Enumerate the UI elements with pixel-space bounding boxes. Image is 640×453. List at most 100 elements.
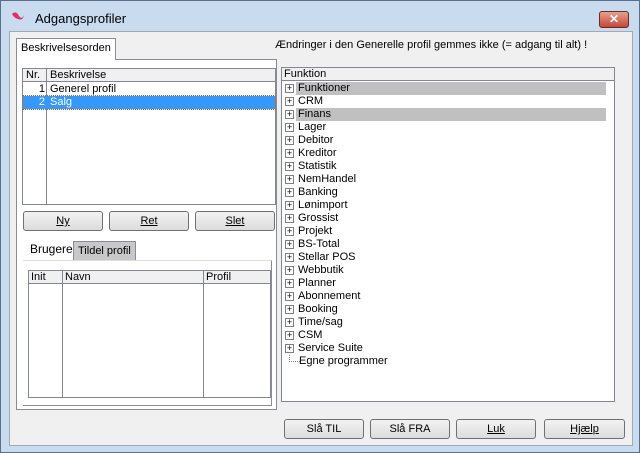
expand-plus-icon[interactable]: + [285, 174, 294, 184]
tab-tildel-profil[interactable]: Tildel profil [73, 241, 136, 260]
tree-item-label: Booking [298, 303, 338, 315]
tree-item-label: Lager [298, 121, 327, 133]
tree-item[interactable]: + Abonnement [285, 290, 362, 303]
tree-item[interactable]: Egne programmer [285, 355, 390, 368]
delete-label: Slet [225, 215, 245, 227]
expand-plus-icon[interactable]: + [285, 83, 294, 93]
profile-nr: 2 [38, 96, 45, 108]
new-label: Ny [56, 215, 70, 227]
profile-row-selected[interactable]: 2 Salg [22, 95, 276, 110]
app-logo-icon [12, 12, 24, 20]
help-label: Hjælp [570, 423, 599, 435]
tree-item-label: NemHandel [298, 173, 357, 185]
tree-item-label: Egne programmer [299, 355, 388, 367]
delete-button[interactable]: Slet [195, 211, 275, 231]
edit-label: Ret [140, 215, 158, 227]
close-button[interactable]: Luk [456, 419, 536, 439]
close-label: Luk [487, 423, 505, 435]
tree-item[interactable]: + Debitor [285, 134, 335, 147]
turn-on-button[interactable]: Slå TIL [284, 419, 364, 439]
tree-item[interactable]: + Grossist [285, 212, 340, 225]
new-button[interactable]: Ny [23, 211, 103, 231]
help-button[interactable]: Hjælp [544, 419, 625, 439]
tree-item-label: Kreditor [298, 147, 337, 159]
tree-item[interactable]: + Stellar POS [285, 251, 357, 264]
expand-plus-icon[interactable]: + [285, 135, 294, 145]
tree-item-label: CRM [298, 95, 324, 107]
expand-plus-icon[interactable]: + [285, 317, 294, 327]
edit-button[interactable]: Ret [109, 211, 189, 231]
users-panel: Init Navn Profil [23, 260, 272, 406]
turn-off-button[interactable]: Slå FRA [370, 419, 450, 439]
window-title: Adgangsprofiler [35, 11, 127, 26]
tree-header[interactable]: Funktion [282, 68, 614, 81]
tree-item-label: BS-Total [298, 238, 340, 250]
tree-item[interactable]: + Time/sag [285, 316, 345, 329]
header-profil[interactable]: Profil [206, 271, 231, 283]
tree-item[interactable]: + Kreditor [285, 147, 339, 160]
tree-item[interactable]: + Projekt [285, 225, 334, 238]
profiles-list[interactable]: Nr. Beskrivelse 1 Generel profil 2 Salg [22, 68, 276, 205]
column-divider [29, 271, 204, 397]
tree-item[interactable]: + Statistik [285, 160, 339, 173]
expand-plus-icon[interactable]: + [285, 343, 294, 353]
expand-plus-icon[interactable]: + [285, 330, 294, 340]
profiles-header: Nr. Beskrivelse [23, 69, 275, 82]
tree-item[interactable]: + Service Suite [285, 342, 365, 355]
users-list[interactable]: Init Navn Profil [28, 270, 271, 398]
client-area: Beskrivelsesorden Ændringer i den Genere… [9, 31, 633, 446]
function-tree[interactable]: Funktion + Funktioner + CRM + Finans + Lager + De… [281, 67, 615, 402]
close-icon[interactable]: ✕ [599, 11, 629, 28]
tree-item-label: Funktioner [296, 82, 606, 95]
tree-item[interactable]: + Lønimport [285, 199, 350, 212]
expand-plus-icon[interactable]: + [285, 161, 294, 171]
expand-plus-icon[interactable]: + [285, 278, 294, 288]
tree-item-label: Time/sag [298, 316, 343, 328]
left-panel: Nr. Beskrivelse 1 Generel profil 2 Salg … [16, 59, 277, 410]
tree-item[interactable]: + BS-Total [285, 238, 342, 251]
tree-item-label: Grossist [298, 212, 339, 224]
expand-plus-icon[interactable]: + [285, 291, 294, 301]
tree-item[interactable]: + CSM [285, 329, 324, 342]
tree-item-label: Webbutik [298, 264, 344, 276]
profile-nr: 1 [38, 83, 45, 95]
tree-item-label: Abonnement [298, 290, 361, 302]
tree-item[interactable]: + Booking [285, 303, 340, 316]
expand-plus-icon[interactable]: + [285, 213, 294, 223]
tree-item-label: Lønimport [298, 199, 348, 211]
tree-item-label: CSM [298, 329, 323, 341]
tree-item-label: Statistik [298, 160, 337, 172]
profile-desc: Generel profil [50, 83, 117, 95]
header-beskrivelse[interactable]: Beskrivelse [50, 69, 106, 81]
tree-item-label: Planner [298, 277, 336, 289]
expand-plus-icon[interactable]: + [285, 239, 294, 249]
tree-item[interactable]: + Banking [285, 186, 340, 199]
expand-plus-icon[interactable]: + [285, 226, 294, 236]
tree-item[interactable]: + Planner [285, 277, 338, 290]
expand-plus-icon[interactable]: + [285, 265, 294, 275]
tree-item[interactable]: + Finans [285, 108, 606, 121]
expand-plus-icon[interactable]: + [285, 109, 294, 119]
tree-item[interactable]: + CRM [285, 95, 325, 108]
expand-plus-icon[interactable]: + [285, 122, 294, 132]
tree-item[interactable]: + Webbutik [285, 264, 346, 277]
expand-plus-icon[interactable]: + [285, 187, 294, 197]
profile-row[interactable]: 1 Generel profil [23, 83, 275, 96]
expand-plus-icon[interactable]: + [285, 252, 294, 262]
expand-plus-icon[interactable]: + [285, 148, 294, 158]
tree-item-label: Debitor [298, 134, 334, 146]
expand-plus-icon[interactable]: + [285, 96, 294, 106]
expand-plus-icon[interactable]: + [285, 304, 294, 314]
dialog-window: Adgangsprofiler ✕ Beskrivelsesorden Ændr… [0, 0, 640, 453]
tree-item-label: Finans [296, 108, 606, 121]
tree-item[interactable]: + Funktioner [285, 82, 606, 95]
tab-beskrivelsesorden[interactable]: Beskrivelsesorden [16, 38, 116, 60]
tab-brugere[interactable]: Brugere [26, 239, 77, 261]
expand-plus-icon[interactable]: + [285, 200, 294, 210]
tree-item[interactable]: + NemHandel [285, 173, 358, 186]
tree-item[interactable]: + Lager [285, 121, 328, 134]
tree-item-label: Service Suite [298, 342, 363, 354]
tree-item-label: Stellar POS [298, 251, 356, 263]
tree-item-label: Projekt [298, 225, 333, 237]
notice-text: Ændringer i den Generelle profil gemmes … [275, 39, 588, 51]
